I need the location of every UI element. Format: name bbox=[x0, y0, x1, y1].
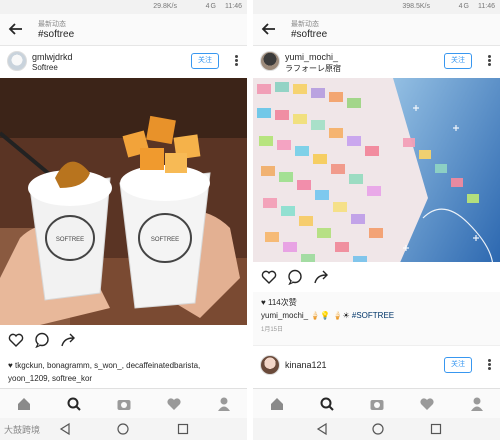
post-date: 1月15日 bbox=[261, 327, 284, 333]
watermark: 大鼓跨境 bbox=[4, 425, 41, 435]
heart-nav-icon[interactable] bbox=[166, 396, 182, 412]
post-photo[interactable]: Bread bbox=[253, 78, 500, 290]
more-options-icon[interactable] bbox=[486, 358, 492, 372]
clock: 11:46 bbox=[478, 3, 495, 10]
avatar[interactable] bbox=[260, 51, 280, 71]
system-back-icon[interactable] bbox=[58, 422, 72, 436]
home-icon[interactable] bbox=[16, 396, 32, 412]
system-back-icon[interactable] bbox=[315, 422, 329, 436]
next-post-header: kinana121 关注 bbox=[253, 345, 500, 388]
search-icon[interactable] bbox=[319, 396, 335, 412]
system-home-icon[interactable] bbox=[116, 422, 130, 436]
comment-icon[interactable] bbox=[287, 269, 303, 285]
post-photo[interactable]: SOFTREE SOFTREE bbox=[0, 78, 247, 325]
next-post-username[interactable]: kinana121 bbox=[285, 360, 327, 370]
screen-right: 398.5K/s 4G 11:46 最新动态 #softree yumi_moc… bbox=[253, 0, 500, 440]
screen-left: 29.8K/s 4G 11:46 最新动态 #softree gmlwjdrkd… bbox=[0, 0, 247, 440]
post-caption: yumi_mochi_ 🍦💡 🍦☀ #SOFTREE bbox=[261, 311, 394, 320]
likers-line-1: ♥ tkgckun, bonagramm, s_won_, decaffeina… bbox=[8, 361, 201, 370]
post-location[interactable]: Softree bbox=[32, 63, 58, 72]
post-actions bbox=[253, 262, 500, 292]
post-username[interactable]: yumi_mochi_ bbox=[285, 52, 338, 62]
cones-display-photo: Bread bbox=[253, 78, 500, 290]
home-icon[interactable] bbox=[269, 396, 285, 412]
avatar[interactable] bbox=[7, 51, 27, 71]
heart-icon[interactable] bbox=[261, 269, 277, 285]
system-nav-bar: 大鼓跨境 bbox=[0, 418, 247, 440]
top-bar: 最新动态 #softree bbox=[0, 14, 247, 46]
post-actions bbox=[0, 325, 247, 355]
profile-icon[interactable] bbox=[469, 396, 485, 412]
back-arrow-icon[interactable] bbox=[8, 21, 24, 37]
net-speed: 29.8K/s bbox=[153, 3, 177, 10]
header-subtitle: 最新动态 bbox=[38, 21, 66, 28]
top-bar: 最新动态 #softree bbox=[253, 14, 500, 46]
page-title: #softree bbox=[291, 29, 328, 40]
more-options-icon[interactable] bbox=[233, 54, 239, 68]
system-recents-icon[interactable] bbox=[429, 422, 443, 436]
caption-username[interactable]: yumi_mochi_ bbox=[261, 311, 308, 320]
system-home-icon[interactable] bbox=[371, 422, 385, 436]
back-arrow-icon[interactable] bbox=[261, 21, 277, 37]
status-bar: 29.8K/s 4G 11:46 bbox=[0, 0, 247, 14]
share-icon[interactable] bbox=[60, 332, 76, 348]
heart-nav-icon[interactable] bbox=[419, 396, 435, 412]
likes-count-text: 114次赞 bbox=[267, 298, 297, 307]
likes-count[interactable]: ♥ 114次赞 bbox=[261, 297, 297, 308]
likers-text-1[interactable]: tkgckun, bonagramm, s_won_, decaffeinate… bbox=[15, 361, 200, 370]
profile-icon[interactable] bbox=[216, 396, 232, 412]
post-username[interactable]: gmlwjdrkd bbox=[32, 52, 73, 62]
follow-button[interactable]: 关注 bbox=[444, 357, 472, 373]
heart-icon[interactable] bbox=[8, 332, 24, 348]
caption-emoji: 🍦💡 🍦☀ bbox=[310, 311, 350, 320]
svg-text:SOFTREE: SOFTREE bbox=[56, 237, 84, 243]
status-bar: 398.5K/s 4G 11:46 bbox=[253, 0, 500, 14]
follow-button[interactable]: 关注 bbox=[444, 53, 472, 69]
camera-icon[interactable] bbox=[369, 396, 385, 412]
likes-section: ♥ tkgckun, bonagramm, s_won_, decaffeina… bbox=[0, 355, 247, 388]
bottom-nav bbox=[0, 388, 247, 418]
camera-icon[interactable] bbox=[116, 396, 132, 412]
likers-line-2[interactable]: yoon_1209, softree_kor bbox=[8, 374, 92, 383]
clock: 11:46 bbox=[225, 3, 242, 10]
signal-indicator: 4G bbox=[458, 3, 470, 10]
softserve-photo: SOFTREE SOFTREE bbox=[0, 78, 247, 325]
caption-hashtag[interactable]: #SOFTREE bbox=[352, 311, 394, 320]
net-speed: 398.5K/s bbox=[402, 3, 430, 10]
post-location[interactable]: ラフォーレ原宿 bbox=[285, 63, 341, 74]
header-subtitle: 最新动态 bbox=[291, 21, 319, 28]
avatar[interactable] bbox=[260, 355, 280, 375]
post-header: yumi_mochi_ ラフォーレ原宿 关注 bbox=[253, 46, 500, 78]
search-icon[interactable] bbox=[66, 396, 82, 412]
system-recents-icon[interactable] bbox=[176, 422, 190, 436]
comment-icon[interactable] bbox=[34, 332, 50, 348]
system-nav-bar bbox=[253, 418, 500, 440]
svg-text:SOFTREE: SOFTREE bbox=[151, 237, 179, 243]
page-title: #softree bbox=[38, 29, 75, 40]
share-icon[interactable] bbox=[313, 269, 329, 285]
signal-indicator: 4G bbox=[205, 3, 217, 10]
bottom-nav bbox=[253, 388, 500, 418]
more-options-icon[interactable] bbox=[486, 54, 492, 68]
post-header: gmlwjdrkd Softree 关注 bbox=[0, 46, 247, 78]
follow-button[interactable]: 关注 bbox=[191, 53, 219, 69]
